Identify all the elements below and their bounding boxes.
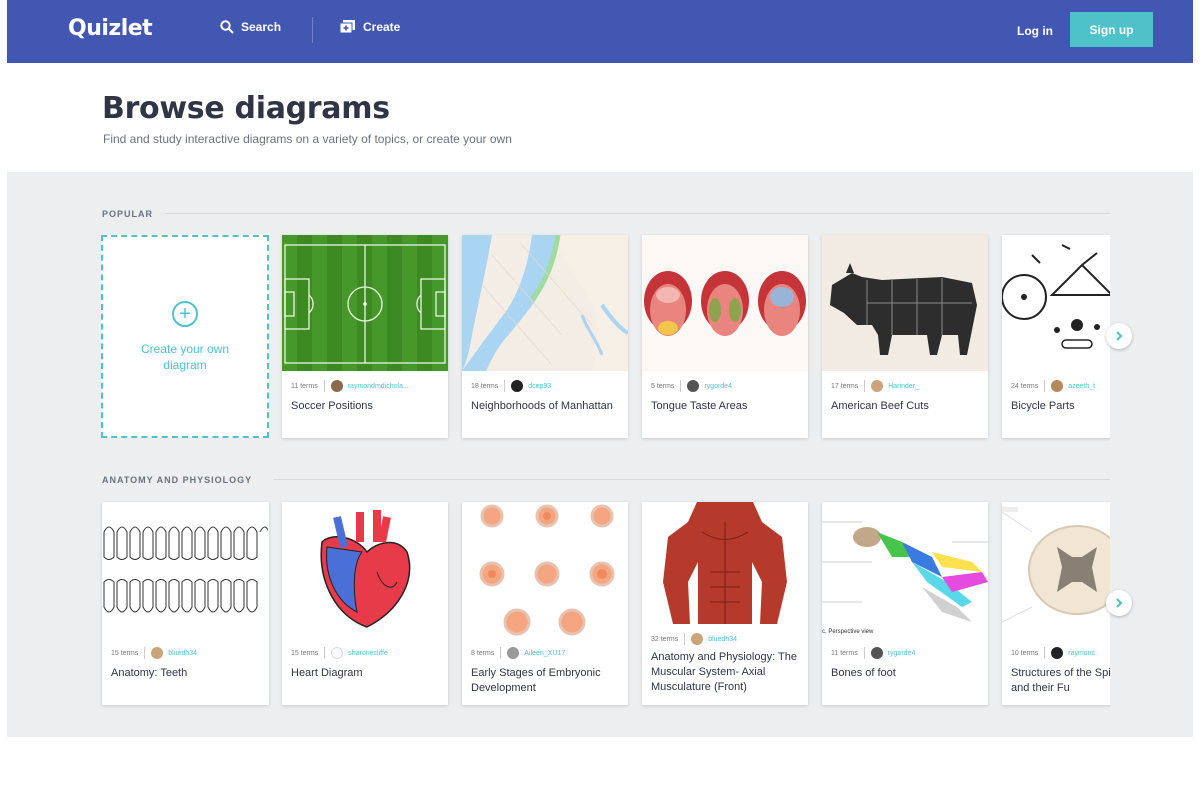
login-link[interactable]: Log in (1017, 24, 1053, 38)
teeth-thumbnail (102, 502, 268, 638)
author-link[interactable]: rygorde4 (704, 383, 732, 390)
card-title: Early Stages of Embryonic Development (471, 667, 601, 694)
avatar (331, 647, 344, 659)
anatomy-next-button[interactable] (1106, 590, 1132, 616)
avatar (507, 647, 520, 659)
diagram-card-embryo[interactable]: 8 terms Aileen_XU17 Early Stages of Embry… (462, 502, 628, 705)
term-count: 10 terms (1011, 649, 1039, 657)
search-icon (220, 20, 234, 34)
carousel-overflow-mask (1110, 172, 1193, 737)
term-count: 15 terms (291, 649, 319, 657)
search-label: Search (241, 20, 282, 34)
author-link[interactable]: Harinder_ (888, 383, 919, 390)
diagram-card-foot[interactable]: c. Perspective view 11 terms rygorde4 Bon… (822, 502, 988, 705)
author-link[interactable]: sharonecliffe (348, 650, 388, 657)
author-link[interactable]: bluedh34 (708, 636, 737, 643)
diagram-card-muscles[interactable]: 32 terms bluedh34 Anatomy and Physiology:… (642, 502, 808, 705)
tongue-thumbnail (642, 235, 808, 371)
term-count: 24 terms (1011, 382, 1039, 390)
search-button[interactable]: Search (220, 20, 281, 34)
avatar (871, 380, 884, 392)
avatar (151, 647, 164, 659)
card-title: Anatomy and Physiology: The Muscular Sys… (651, 651, 797, 693)
create-set-icon (340, 20, 355, 34)
author-link[interactable]: bluedh34 (168, 650, 197, 657)
soccer-field-thumbnail (282, 235, 448, 371)
author-link[interactable]: raymondmdichola... (348, 383, 409, 390)
card-title: Tongue Taste Areas (651, 400, 748, 412)
author-link[interactable]: azeeth_t (1068, 383, 1095, 390)
embryo-thumbnail (462, 502, 628, 638)
diagram-card-soccer[interactable]: 11 terms raymondmdichola... Soccer Positi… (282, 235, 448, 438)
thumbnail-caption: c. Perspective view (822, 629, 874, 635)
avatar (511, 380, 524, 392)
term-count: 8 terms (471, 649, 495, 657)
popular-next-button[interactable] (1106, 323, 1132, 349)
term-count: 18 terms (471, 382, 499, 390)
section-divider (165, 213, 1120, 214)
create-diagram-label: Create your own diagram (140, 341, 230, 372)
top-navigation-bar: Quizlet Search Create Log in Sign up (7, 0, 1193, 63)
term-count: 15 terms (111, 649, 139, 657)
diagram-card-tongue[interactable]: 5 terms rygorde4 Tongue Taste Areas (642, 235, 808, 438)
diagram-card-manhattan[interactable]: 18 terms dcep93 Neighborhoods of Manhatta… (462, 235, 628, 438)
avatar (691, 633, 704, 645)
card-title: Anatomy: Teeth (111, 667, 188, 679)
foot-bones-thumbnail (822, 502, 988, 638)
author-link[interactable]: dcep93 (528, 383, 551, 390)
section-title-anatomy: ANATOMY AND PHYSIOLOGY (102, 475, 253, 485)
author-link[interactable]: Aileen_XU17 (524, 650, 565, 657)
section-title-popular: POPULAR (102, 209, 154, 219)
author-link[interactable]: rygorde4 (888, 650, 916, 657)
create-button[interactable]: Create (340, 20, 400, 34)
term-count: 17 terms (831, 382, 859, 390)
heart-thumbnail (282, 502, 448, 638)
term-count: 5 terms (651, 382, 675, 390)
create-diagram-card[interactable]: + Create your own diagram (101, 235, 269, 438)
diagram-card-beef[interactable]: 17 terms Harinder_ American Beef Cuts (822, 235, 988, 438)
muscles-thumbnail (642, 502, 808, 624)
chevron-right-icon (1116, 598, 1123, 608)
diagram-card-teeth[interactable]: 15 terms bluedh34 Anatomy: Teeth (102, 502, 269, 705)
term-count: 11 terms (291, 382, 318, 390)
quizlet-logo[interactable]: Quizlet (68, 16, 153, 41)
plus-circle-icon: + (172, 300, 198, 327)
page-title: Browse diagrams (102, 91, 390, 126)
chevron-right-icon (1116, 331, 1123, 341)
signup-button[interactable]: Sign up (1070, 12, 1153, 47)
card-title: Heart Diagram (291, 667, 363, 679)
create-label: Create (363, 20, 401, 34)
avatar (330, 380, 343, 392)
card-title: Soccer Positions (291, 400, 373, 412)
beef-cuts-thumbnail (822, 235, 988, 371)
avatar (1051, 647, 1064, 659)
card-title: American Beef Cuts (831, 400, 929, 412)
avatar (870, 647, 883, 659)
avatar (1051, 380, 1064, 392)
author-link[interactable]: raymonc (1068, 650, 1095, 657)
card-title: Bones of foot (831, 667, 896, 679)
page-subtitle: Find and study interactive diagrams on a… (103, 132, 512, 146)
nav-divider (312, 17, 313, 43)
card-title: Neighborhoods of Manhattan (471, 400, 613, 412)
section-divider (273, 479, 1120, 480)
term-count: 11 terms (831, 649, 858, 657)
avatar (687, 380, 700, 392)
manhattan-map-thumbnail (462, 235, 628, 371)
diagram-card-heart[interactable]: 15 terms sharonecliffe Heart Diagram (282, 502, 448, 705)
term-count: 32 terms (651, 635, 679, 643)
